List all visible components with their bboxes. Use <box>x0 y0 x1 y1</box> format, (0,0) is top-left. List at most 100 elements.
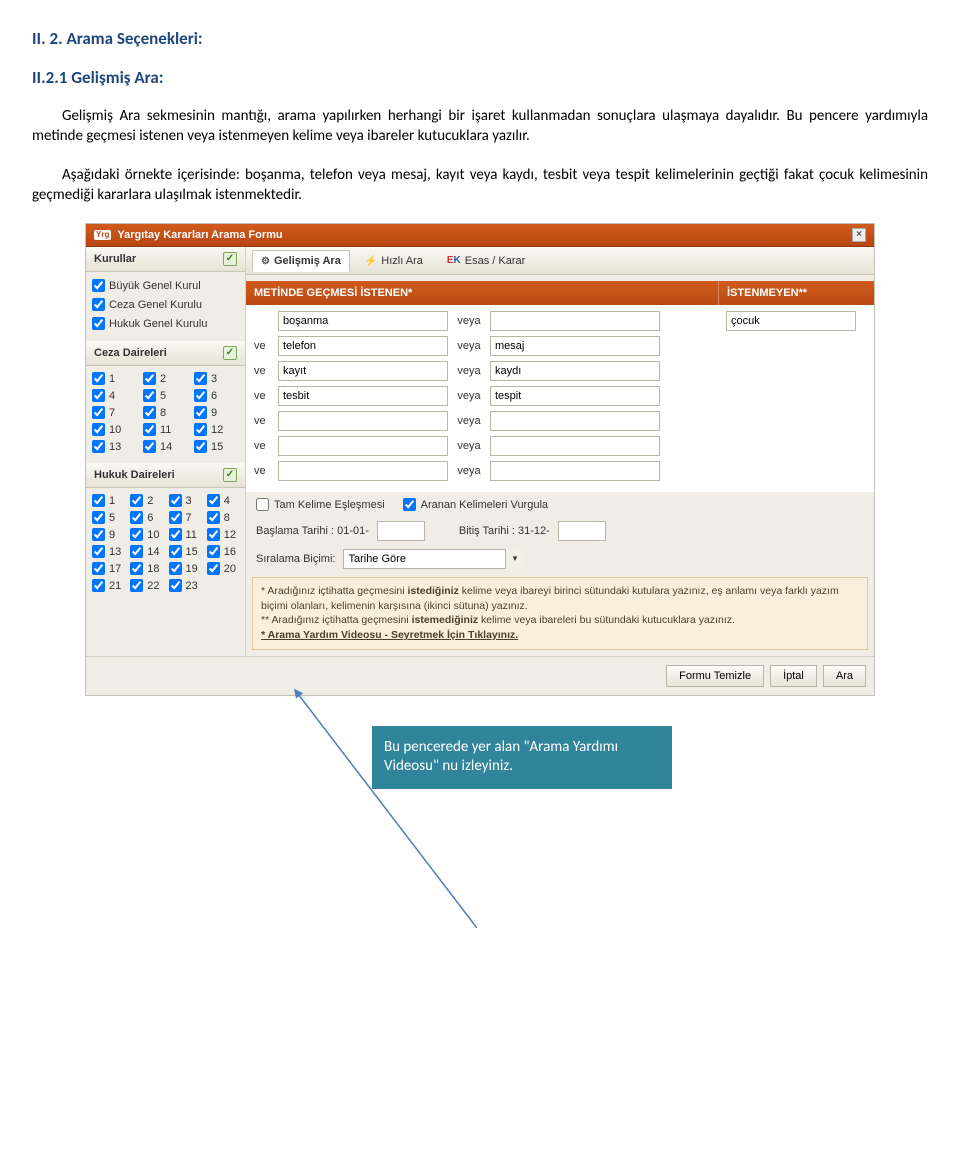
conj-ve: ve <box>254 415 272 427</box>
grid-header: METİNDE GEÇMESİ İSTENEN* İSTENMEYEN** <box>246 281 874 305</box>
wanted-b-input[interactable] <box>490 311 660 331</box>
daire-checkbox[interactable]: 8 <box>207 511 239 524</box>
wanted-b-input[interactable] <box>490 386 660 406</box>
daire-checkbox[interactable]: 6 <box>130 511 162 524</box>
daire-checkbox[interactable]: 15 <box>169 545 201 558</box>
daire-checkbox[interactable]: 18 <box>130 562 162 575</box>
daire-checkbox[interactable]: 11 <box>143 423 188 436</box>
end-date-input[interactable] <box>558 521 606 541</box>
conj-veya: veya <box>454 315 484 327</box>
daire-checkbox[interactable]: 8 <box>143 406 188 419</box>
col-istenen-label: METİNDE GEÇMESİ İSTENEN* <box>246 281 719 305</box>
daire-checkbox[interactable]: 23 <box>169 579 201 592</box>
intro-paragraph-2: Aşağıdaki örnekte içerisinde: boşanma, t… <box>32 165 928 206</box>
callout-line-2: nu izleyiniz. <box>442 757 513 775</box>
opt-vurgula[interactable]: Aranan Kelimeleri Vurgula <box>403 498 548 511</box>
daire-checkbox[interactable]: 7 <box>92 406 137 419</box>
daire-checkbox[interactable]: 17 <box>92 562 124 575</box>
check-all-icon[interactable]: ✓ <box>223 252 237 266</box>
unwanted-input[interactable] <box>726 311 856 331</box>
date-row: Başlama Tarihi : 01-01- Bitiş Tarihi : 3… <box>246 517 874 545</box>
daire-checkbox[interactable]: 1 <box>92 494 124 507</box>
conj-ve: ve <box>254 365 272 377</box>
daire-checkbox[interactable]: 19 <box>169 562 201 575</box>
wanted-a-input[interactable] <box>278 436 448 456</box>
sidebar-head-kurullar: Kurullar ✓ <box>86 247 245 272</box>
conj-ve: ve <box>254 340 272 352</box>
daire-checkbox[interactable]: 12 <box>207 528 239 541</box>
daire-checkbox[interactable]: 9 <box>194 406 239 419</box>
search-button[interactable]: Ara <box>823 665 866 687</box>
daire-checkbox[interactable]: 15 <box>194 440 239 453</box>
wanted-a-input[interactable] <box>278 386 448 406</box>
daire-checkbox[interactable]: 6 <box>194 389 239 402</box>
wanted-a-input[interactable] <box>278 336 448 356</box>
check-all-icon[interactable]: ✓ <box>223 468 237 482</box>
footer-buttons: Formu Temizle İptal Ara <box>86 656 874 695</box>
wanted-b-input[interactable] <box>490 336 660 356</box>
daire-checkbox[interactable]: 21 <box>92 579 124 592</box>
daire-checkbox[interactable]: 11 <box>169 528 201 541</box>
kurul-checkbox[interactable]: Ceza Genel Kurulu <box>92 295 239 314</box>
wanted-b-input[interactable] <box>490 436 660 456</box>
daire-checkbox[interactable]: 20 <box>207 562 239 575</box>
daire-checkbox[interactable]: 2 <box>143 372 188 385</box>
kurul-checkbox[interactable]: Hukuk Genel Kurulu <box>92 314 239 333</box>
wanted-a-input[interactable] <box>278 311 448 331</box>
callout-box: Bu pencerede yer alan "Arama Yardımı Vid… <box>372 726 672 789</box>
sidebar-head-hukuk: Hukuk Daireleri ✓ <box>86 463 245 488</box>
wanted-a-input[interactable] <box>278 411 448 431</box>
close-icon[interactable]: × <box>852 228 866 242</box>
wanted-b-input[interactable] <box>490 411 660 431</box>
daire-checkbox[interactable]: 4 <box>207 494 239 507</box>
opt-tam-kelime[interactable]: Tam Kelime Eşleşmesi <box>256 498 385 511</box>
cancel-button[interactable]: İptal <box>770 665 817 687</box>
start-date-input[interactable] <box>377 521 425 541</box>
tab-esas-karar[interactable]: EK Esas / Karar <box>438 250 534 272</box>
bolt-icon <box>365 255 377 267</box>
sort-row: Sıralama Biçimi: ▾ <box>246 545 874 573</box>
hukuk-group: 1234567891011121314151617181920212223 <box>86 488 245 602</box>
daire-checkbox[interactable]: 3 <box>169 494 201 507</box>
clear-form-button[interactable]: Formu Temizle <box>666 665 764 687</box>
kurullar-group: Büyük Genel Kurul Ceza Genel Kurulu Huku… <box>86 272 245 341</box>
daire-checkbox[interactable]: 5 <box>92 511 124 524</box>
conj-veya: veya <box>454 465 484 477</box>
daire-checkbox[interactable]: 14 <box>130 545 162 558</box>
tab-hizli-ara[interactable]: Hızlı Ara <box>356 250 432 272</box>
daire-checkbox[interactable]: 14 <box>143 440 188 453</box>
daire-checkbox[interactable]: 13 <box>92 545 124 558</box>
sidebar: Kurullar ✓ Büyük Genel Kurul Ceza Genel … <box>86 247 246 656</box>
wanted-a-input[interactable] <box>278 461 448 481</box>
app-logo: Yrg <box>94 230 111 240</box>
wanted-b-input[interactable] <box>490 361 660 381</box>
daire-checkbox[interactable]: 3 <box>194 372 239 385</box>
daire-checkbox[interactable]: 1 <box>92 372 137 385</box>
conj-veya: veya <box>454 440 484 452</box>
conj-ve: ve <box>254 440 272 452</box>
daire-checkbox[interactable]: 16 <box>207 545 239 558</box>
daire-checkbox[interactable] <box>207 579 239 592</box>
callout-arrow <box>291 686 477 928</box>
daire-checkbox[interactable]: 2 <box>130 494 162 507</box>
daire-checkbox[interactable]: 9 <box>92 528 124 541</box>
daire-checkbox[interactable]: 10 <box>92 423 137 436</box>
daire-checkbox[interactable]: 13 <box>92 440 137 453</box>
daire-checkbox[interactable]: 22 <box>130 579 162 592</box>
wanted-b-input[interactable] <box>490 461 660 481</box>
tab-gelismis-ara[interactable]: Gelişmiş Ara <box>252 250 350 272</box>
options-row: Tam Kelime Eşleşmesi Aranan Kelimeleri V… <box>246 492 874 517</box>
daire-checkbox[interactable]: 12 <box>194 423 239 436</box>
daire-checkbox[interactable]: 4 <box>92 389 137 402</box>
wanted-a-input[interactable] <box>278 361 448 381</box>
check-all-icon[interactable]: ✓ <box>223 346 237 360</box>
daire-checkbox[interactable]: 7 <box>169 511 201 524</box>
sort-select[interactable]: ▾ <box>343 549 523 569</box>
conj-ve: ve <box>254 390 272 402</box>
sidebar-head-kurullar-label: Kurullar <box>94 253 136 265</box>
daire-checkbox[interactable]: 5 <box>143 389 188 402</box>
help-video-link[interactable]: * Arama Yardım Videosu - Seyretmek İçin … <box>261 628 859 643</box>
daire-checkbox[interactable]: 10 <box>130 528 162 541</box>
kurul-checkbox[interactable]: Büyük Genel Kurul <box>92 276 239 295</box>
section-heading-2: II.2.1 Gelişmiş Ara: <box>32 67 928 88</box>
